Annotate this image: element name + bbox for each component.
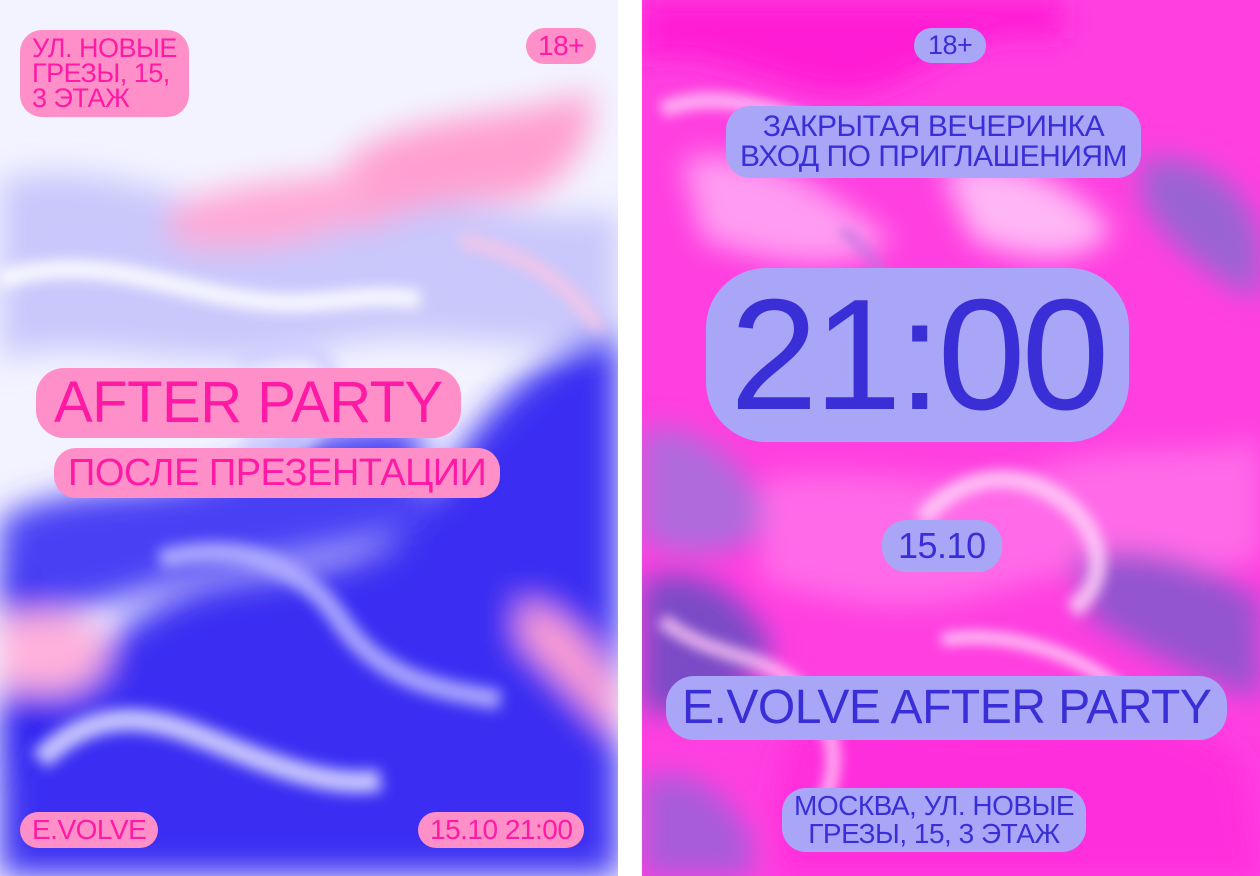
invite-line: ВХОД ПО ПРИГЛАШЕНИЯМ — [740, 140, 1128, 173]
liquid-gradient-background — [0, 0, 618, 876]
poster-left: УЛ. НОВЫЕ ГРЕЗЫ, 15, 3 ЭТАЖ 18+ AFTER PA… — [0, 0, 618, 876]
address-line: 3 ЭТАЖ — [32, 83, 130, 113]
age-badge: 18+ — [914, 28, 987, 63]
event-time: 21:00 — [706, 268, 1130, 442]
invite-sticker: ЗАКРЫТАЯ ВЕЧЕРИНКА ВХОД ПО ПРИГЛАШЕНИЯМ — [726, 106, 1142, 178]
event-date: 15.10 — [882, 520, 1002, 572]
age-badge: 18+ — [526, 28, 596, 64]
address-sticker: УЛ. НОВЫЕ ГРЕЗЫ, 15, 3 ЭТАЖ — [20, 30, 189, 117]
address-sticker: МОСКВА, УЛ. НОВЫЕ ГРЕЗЫ, 15, 3 ЭТАЖ — [782, 788, 1087, 852]
event-title: AFTER PARTY — [36, 368, 461, 438]
brand-name: E.VOLVE — [20, 812, 159, 848]
address-line: ГРЕЗЫ, 15, 3 ЭТАЖ — [808, 818, 1060, 849]
invite-line: ЗАКРЫТАЯ ВЕЧЕРИНКА — [762, 110, 1105, 143]
event-datetime: 15.10 21:00 — [418, 812, 585, 848]
address-line: МОСКВА, УЛ. НОВЫЕ — [794, 790, 1075, 821]
poster-right: 18+ ЗАКРЫТАЯ ВЕЧЕРИНКА ВХОД ПО ПРИГЛАШЕН… — [642, 0, 1260, 876]
event-subtitle: ПОСЛЕ ПРЕЗЕНТАЦИИ — [54, 448, 501, 498]
event-name: E.VOLVE AFTER PARTY — [666, 676, 1228, 740]
